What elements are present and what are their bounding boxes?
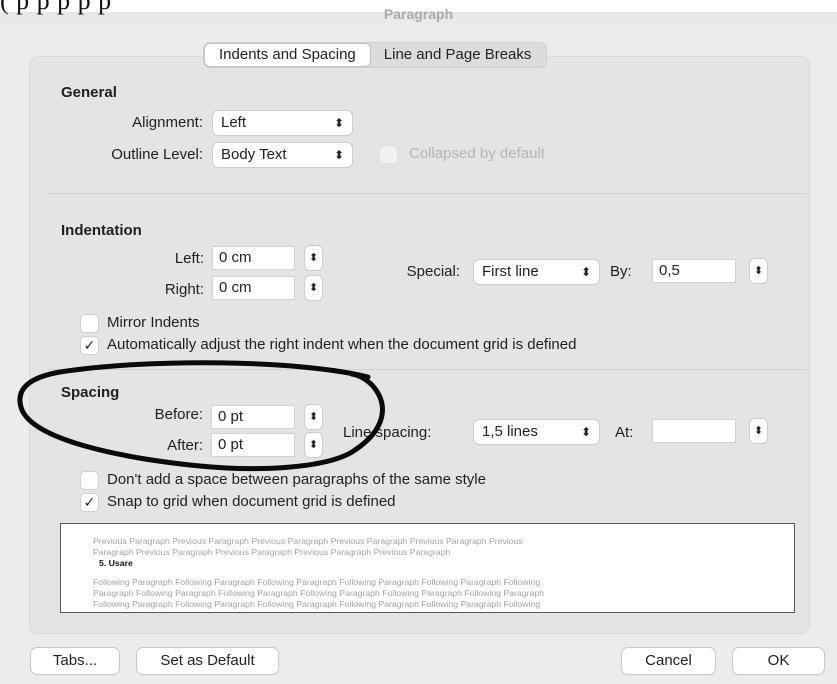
by-field[interactable]: 0,5 — [652, 259, 736, 283]
outline-level-popup[interactable]: Body Text ⬍ — [213, 143, 352, 167]
indentation-section-title: Indentation — [61, 222, 142, 239]
mirror-indents-checkbox[interactable] — [81, 315, 98, 332]
stepper-arrows-icon[interactable]: ⬍ — [750, 419, 767, 443]
by-label: By: — [610, 263, 632, 280]
spacing-after-label: After: — [167, 437, 203, 454]
updown-chevron-icon: ⬍ — [580, 425, 591, 439]
at-label: At: — [615, 424, 634, 441]
stepper-arrows-icon[interactable]: ⬍ — [305, 276, 322, 300]
set-as-default-button[interactable]: Set as Default — [137, 648, 278, 674]
preview-following-line: Paragraph Following Paragraph Following … — [93, 588, 545, 598]
auto-adjust-label: Automatically adjust the right indent wh… — [107, 336, 577, 353]
line-spacing-value: 1,5 lines — [482, 423, 538, 440]
cancel-button[interactable]: Cancel — [622, 648, 715, 674]
separator — [48, 369, 806, 370]
special-label: Special: — [406, 263, 460, 280]
outline-level-label: Outline Level: — [111, 146, 203, 163]
dont-add-space-checkbox[interactable] — [81, 472, 98, 489]
line-spacing-label: Line spacing: — [343, 424, 432, 441]
spacing-before-field[interactable]: 0 pt — [211, 405, 295, 429]
snap-to-grid-label: Snap to grid when document grid is defin… — [107, 493, 396, 510]
tab-line-and-page-breaks[interactable]: Line and Page Breaks — [370, 44, 546, 66]
indent-right-label: Right: — [164, 281, 204, 298]
separator — [48, 193, 806, 194]
spacing-after-field[interactable]: 0 pt — [211, 433, 295, 457]
preview-previous-line: Previous Paragraph Previous Paragraph Pr… — [93, 536, 523, 546]
general-section-title: General — [61, 84, 117, 101]
updown-chevron-icon: ⬍ — [333, 116, 344, 130]
stepper-arrows-icon[interactable]: ⬍ — [305, 433, 322, 457]
stepper-arrows-icon[interactable]: ⬍ — [305, 246, 322, 270]
stepper-arrows-icon[interactable]: ⬍ — [305, 405, 322, 429]
indent-left-label: Left: — [174, 250, 204, 267]
indent-left-field[interactable]: 0 cm — [212, 246, 295, 270]
auto-adjust-checkbox[interactable]: ✓ — [81, 337, 98, 354]
preview-previous-line: Paragraph Previous Paragraph Previous Pa… — [93, 547, 451, 557]
checkmark-icon: ✓ — [83, 494, 96, 510]
tab-indents-and-spacing[interactable]: Indents and Spacing — [205, 44, 370, 66]
collapsed-by-default-label: Collapsed by default — [409, 145, 545, 162]
spacing-before-label: Before: — [154, 406, 203, 423]
outline-level-value: Body Text — [221, 146, 287, 163]
checkmark-icon: ✓ — [83, 337, 96, 353]
collapsed-by-default-checkbox[interactable] — [380, 146, 397, 163]
preview-current-paragraph: 5. Usare — [99, 558, 133, 568]
stepper-arrows-icon[interactable]: ⬍ — [750, 259, 767, 283]
spacing-section-title: Spacing — [61, 384, 120, 401]
indent-right-field[interactable]: 0 cm — [212, 276, 295, 300]
ok-button[interactable]: OK — [733, 648, 824, 674]
special-popup[interactable]: First line ⬍ — [474, 260, 599, 284]
tabs-button[interactable]: Tabs... — [31, 648, 119, 674]
alignment-value: Left — [221, 114, 247, 131]
line-spacing-popup[interactable]: 1,5 lines ⬍ — [474, 420, 599, 444]
at-field[interactable] — [652, 419, 736, 443]
updown-chevron-icon: ⬍ — [580, 265, 591, 279]
tab-bar: Indents and Spacing Line and Page Breaks — [203, 42, 548, 68]
snap-to-grid-checkbox[interactable]: ✓ — [81, 494, 98, 511]
preview-following-line: Following Paragraph Following Paragraph … — [93, 577, 541, 587]
dialog-title: Paragraph — [383, 6, 454, 22]
updown-chevron-icon: ⬍ — [333, 148, 344, 162]
mirror-indents-label: Mirror Indents — [107, 314, 200, 331]
alignment-popup[interactable]: Left ⬍ — [213, 111, 352, 135]
alignment-label: Alignment: — [132, 114, 203, 131]
preview-following-line: Following Paragraph Following Paragraph … — [93, 599, 541, 609]
paragraph-preview: Previous Paragraph Previous Paragraph Pr… — [60, 523, 795, 613]
special-value: First line — [482, 263, 539, 280]
dont-add-space-label: Don't add a space between paragraphs of … — [107, 471, 486, 488]
